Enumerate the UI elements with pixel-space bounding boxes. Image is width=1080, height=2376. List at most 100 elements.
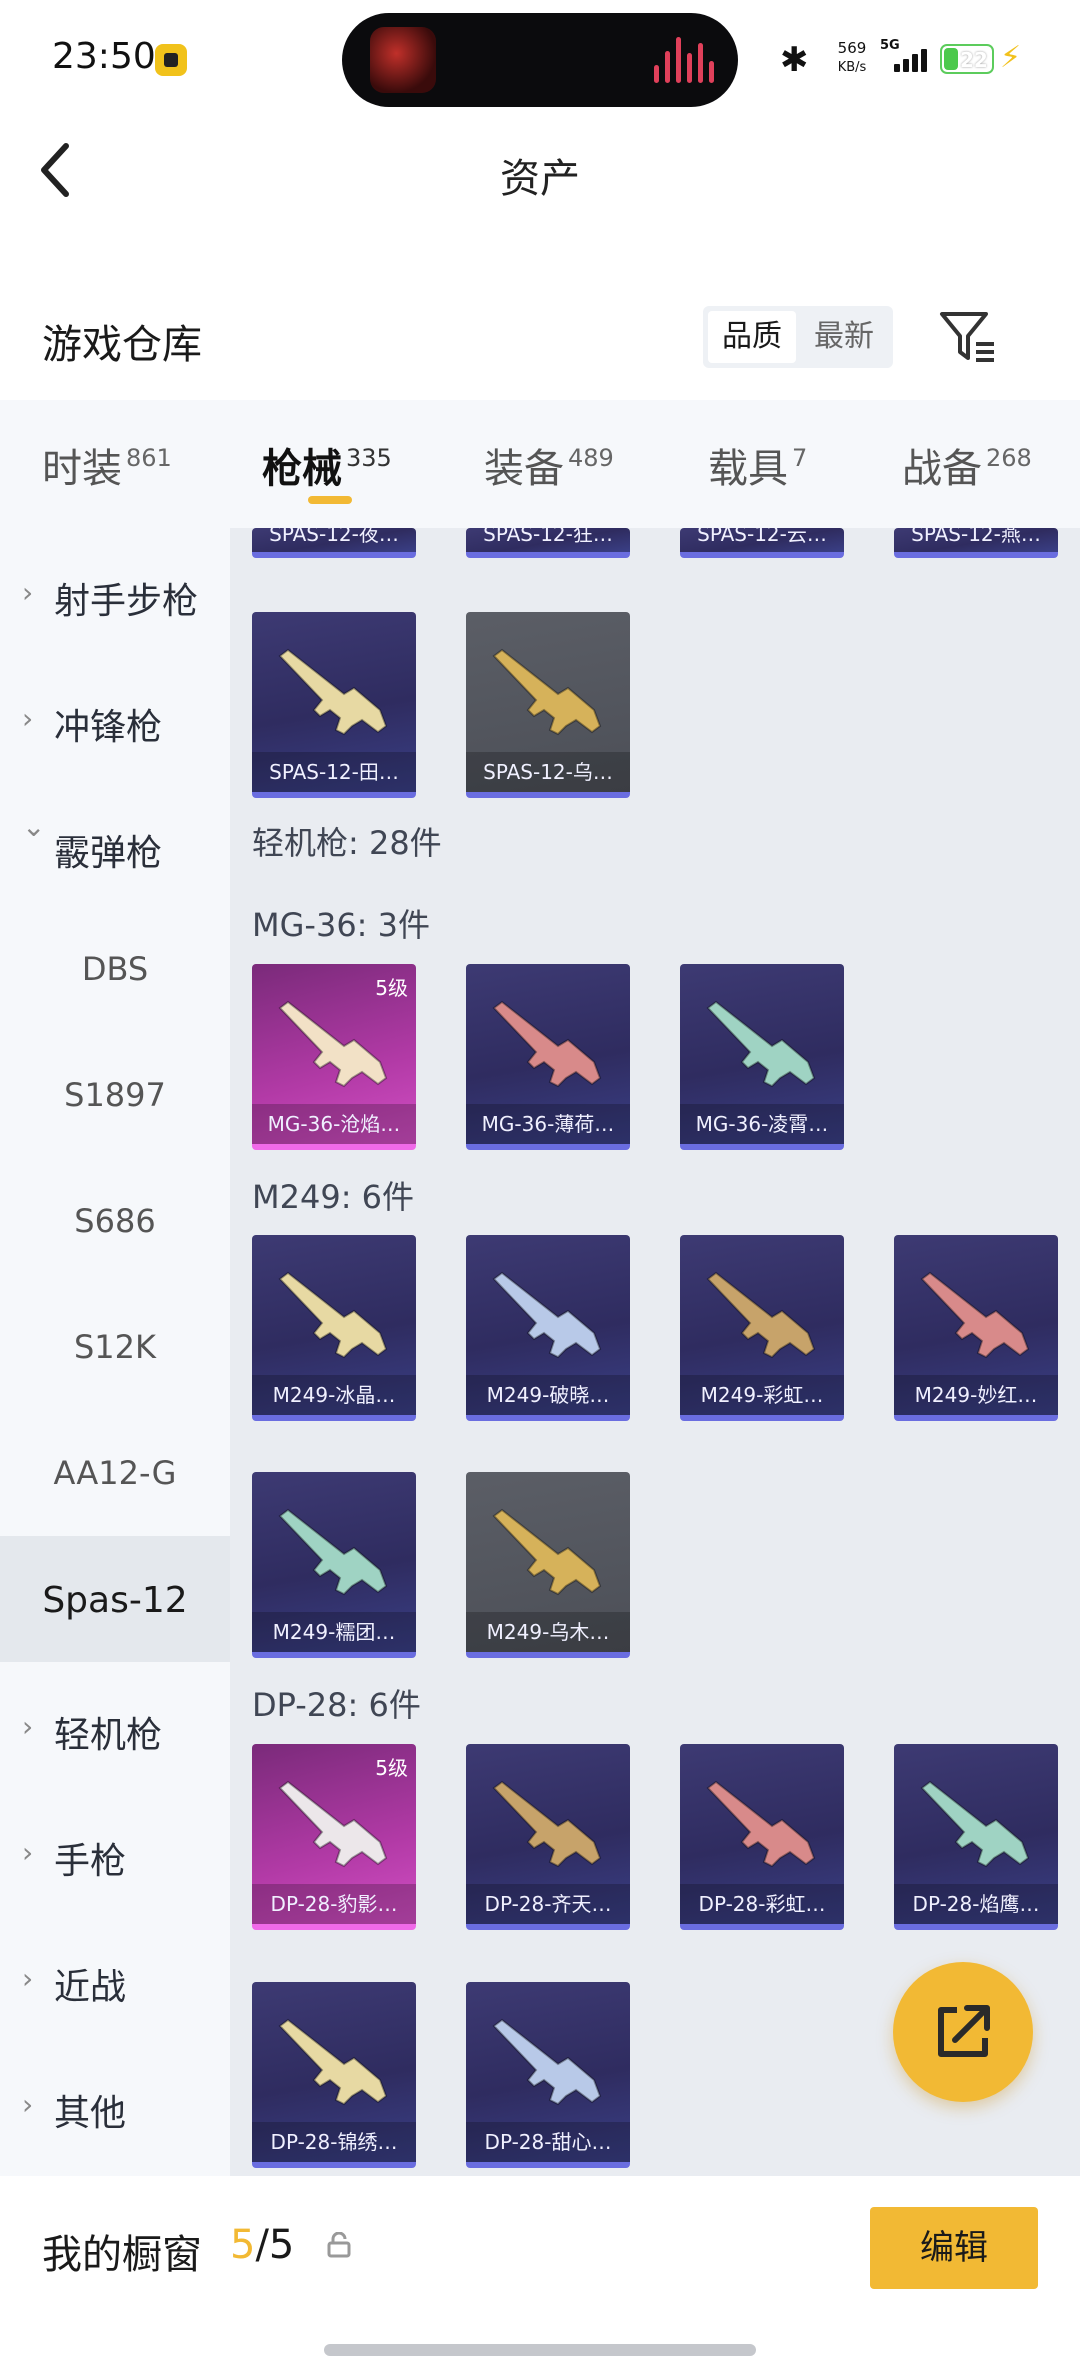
section-label: DP-28: 6件 [252, 1686, 421, 1724]
sort-toggle: 品质 最新 [703, 306, 893, 368]
gun-icon [278, 2018, 388, 2106]
weapon-grid: SPAS-12-夜… SPAS-12-狂… SPAS-12-云… SPAS-12-燕…… [230, 528, 1080, 2176]
chevron-right-icon: › [22, 702, 34, 735]
audio-wave-icon [654, 37, 714, 83]
weapon-name: M249-乌木… [466, 1612, 630, 1652]
weapon-card[interactable]: SPAS-12-燕… [894, 528, 1058, 558]
sidebar-item-label: S686 [74, 1202, 156, 1240]
weapon-card[interactable]: SPAS-12-狂… [466, 528, 630, 558]
sidebar-item[interactable]: › 近战 [0, 1914, 230, 2040]
active-tab-indicator [308, 496, 352, 504]
signal-icon: 5G [880, 38, 932, 76]
sort-quality-option[interactable]: 品质 [708, 311, 796, 363]
category-tabs: 时装 861 枪械 335 装备 489 载具 7 战备 268 [0, 400, 1080, 528]
sidebar-item-label: 冲锋枪 [54, 707, 163, 748]
filter-icon [940, 312, 994, 362]
weapon-card[interactable]: M249-妙红… [894, 1235, 1058, 1421]
gun-icon [706, 1271, 816, 1359]
gun-icon [278, 648, 388, 736]
sidebar-item[interactable]: AA12-G [0, 1410, 230, 1536]
weapon-name: SPAS-12-夜… [269, 528, 399, 546]
sidebar-item[interactable]: › 手枪 [0, 1788, 230, 1914]
weapon-card[interactable]: M249-彩虹… [680, 1235, 844, 1421]
showcase-bar: 我的橱窗 5/5 编辑 [0, 2176, 1080, 2376]
weapon-card[interactable]: SPAS-12-云… [680, 528, 844, 558]
gun-icon [278, 1780, 388, 1868]
weapon-name: MG-36-沧焰… [252, 1104, 416, 1144]
weapon-card[interactable]: M249-破晓… [466, 1235, 630, 1421]
sidebar-item[interactable]: › 冲锋枪 [0, 654, 230, 780]
tab-supplies[interactable]: 战备 268 [902, 436, 1032, 494]
weapon-card[interactable]: 5级 DP-28-豹影… [252, 1744, 416, 1930]
showcase-count: 5/5 [230, 2222, 295, 2268]
sidebar-item[interactable]: DBS [0, 906, 230, 1032]
sidebar-item-label: Spas-12 [42, 1580, 188, 1621]
gun-icon [278, 1271, 388, 1359]
level-badge: 5级 [375, 1756, 408, 1780]
bluetooth-icon: ✱ [780, 40, 809, 80]
edit-button[interactable]: 编辑 [870, 2207, 1038, 2289]
share-button[interactable] [893, 1962, 1033, 2102]
sort-newest-option[interactable]: 最新 [800, 311, 888, 363]
section-label: M249: 6件 [252, 1178, 415, 1216]
weapon-card[interactable]: DP-28-齐天… [466, 1744, 630, 1930]
home-indicator[interactable] [324, 2344, 756, 2356]
filter-button[interactable] [938, 308, 998, 366]
showcase-title: 我的橱窗 [42, 2232, 202, 2278]
weapon-card[interactable]: DP-28-焰鹰… [894, 1744, 1058, 1930]
weapon-card[interactable]: DP-28-彩虹… [680, 1744, 844, 1930]
sidebar-item[interactable]: › 其他 [0, 2040, 230, 2166]
weapon-card[interactable]: M249-乌木… [466, 1472, 630, 1658]
sidebar-item-label: DBS [81, 950, 149, 988]
weapon-card[interactable]: 5级 MG-36-沧焰… [252, 964, 416, 1150]
app-notification-icon [155, 44, 187, 76]
sidebar-item[interactable]: ⌄ 霰弹枪 [0, 780, 230, 906]
sidebar-item[interactable]: S686 [0, 1158, 230, 1284]
gun-icon [492, 2018, 602, 2106]
game-thumbnail-icon [370, 27, 436, 93]
net-speed: 569 [837, 39, 867, 57]
gun-icon [492, 1508, 602, 1596]
tab-vehicles[interactable]: 载具 7 [708, 436, 807, 494]
weapon-card[interactable]: SPAS-12-乌… [466, 612, 630, 798]
sidebar-item[interactable]: S1897 [0, 1032, 230, 1158]
weapon-card[interactable]: SPAS-12-田… [252, 612, 416, 798]
sidebar-item[interactable]: Spas-12 [0, 1536, 230, 1662]
weapon-card[interactable]: M249-冰晶… [252, 1235, 416, 1421]
gun-icon [920, 1271, 1030, 1359]
sidebar-item[interactable]: › 射手步枪 [0, 528, 230, 654]
chevron-right-icon: › [22, 1836, 34, 1869]
sidebar-item-label: S12K [73, 1328, 156, 1366]
weapon-name: SPAS-12-狂… [483, 528, 613, 546]
weapon-name: M249-糯团… [252, 1612, 416, 1652]
weapon-card[interactable]: MG-36-薄荷… [466, 964, 630, 1150]
tab-guns[interactable]: 枪械 335 [262, 436, 392, 494]
sidebar-item-label: 手枪 [54, 1841, 127, 1882]
sidebar-item-label: AA12-G [53, 1454, 177, 1492]
weapon-name: MG-36-凌霄… [680, 1104, 844, 1144]
weapon-name: SPAS-12-乌… [466, 752, 630, 792]
tab-fashion[interactable]: 时装 861 [42, 436, 172, 494]
gun-icon [278, 1000, 388, 1088]
net-speed-unit: KB/s [837, 60, 867, 75]
weapon-name: DP-28-焰鹰… [894, 1884, 1058, 1924]
sidebar-item-label: 霰弹枪 [54, 833, 163, 874]
charging-icon: ⚡ [1000, 40, 1022, 75]
warehouse-title: 游戏仓库 [42, 322, 202, 368]
dynamic-island[interactable] [342, 13, 738, 107]
weapon-card[interactable]: DP-28-甜心… [466, 1982, 630, 2168]
weapon-card[interactable]: M249-糯团… [252, 1472, 416, 1658]
battery-level: 22 [960, 48, 988, 72]
weapon-card[interactable]: DP-28-锦绣… [252, 1982, 416, 2168]
sidebar-item[interactable]: S12K [0, 1284, 230, 1410]
gun-icon [706, 1780, 816, 1868]
chevron-down-icon: ⌄ [22, 810, 46, 843]
tab-equipment[interactable]: 装备 489 [484, 436, 614, 494]
weapon-name: M249-彩虹… [680, 1375, 844, 1415]
weapon-name: M249-妙红… [894, 1375, 1058, 1415]
status-icons: ✱ 569 KB/s 5G 22 ⚡ [780, 34, 1070, 84]
weapon-card[interactable]: SPAS-12-夜… [252, 528, 416, 558]
weapon-name: DP-28-豹影… [252, 1884, 416, 1924]
sidebar-item[interactable]: › 轻机枪 [0, 1662, 230, 1788]
weapon-card[interactable]: MG-36-凌霄… [680, 964, 844, 1150]
